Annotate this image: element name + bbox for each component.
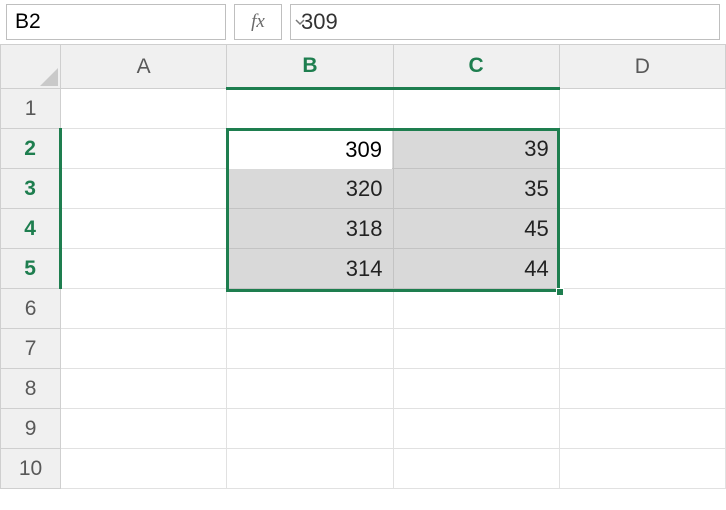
cell-A2[interactable] xyxy=(61,129,227,169)
cell-B2[interactable]: 309 xyxy=(227,129,393,169)
cell-B4[interactable]: 318 xyxy=(227,209,393,249)
formula-bar: fx xyxy=(0,0,726,44)
cell-C6[interactable] xyxy=(393,289,559,329)
cell-C3[interactable]: 35 xyxy=(393,169,559,209)
cell-C4[interactable]: 45 xyxy=(393,209,559,249)
cell-C10[interactable] xyxy=(393,449,559,489)
formula-input[interactable] xyxy=(299,8,711,36)
cell-D10[interactable] xyxy=(559,449,725,489)
cell-C5[interactable]: 44 xyxy=(393,249,559,289)
cell-A10[interactable] xyxy=(61,449,227,489)
cell-A4[interactable] xyxy=(61,209,227,249)
cell-A7[interactable] xyxy=(61,329,227,369)
cell-A8[interactable] xyxy=(61,369,227,409)
row-header-9[interactable]: 9 xyxy=(1,409,61,449)
cell-C8[interactable] xyxy=(393,369,559,409)
cell-A9[interactable] xyxy=(61,409,227,449)
row-header-7[interactable]: 7 xyxy=(1,329,61,369)
cell-A6[interactable] xyxy=(61,289,227,329)
cell-C1[interactable] xyxy=(393,89,559,129)
cell-B1[interactable] xyxy=(227,89,393,129)
name-box-dropdown-icon[interactable] xyxy=(294,5,306,39)
row-header-8[interactable]: 8 xyxy=(1,369,61,409)
cell-B6[interactable] xyxy=(227,289,393,329)
cell-C7[interactable] xyxy=(393,329,559,369)
cell-B9[interactable] xyxy=(227,409,393,449)
name-box-input[interactable] xyxy=(7,10,294,34)
row-header-5[interactable]: 5 xyxy=(1,249,61,289)
select-all-corner[interactable] xyxy=(1,45,61,89)
row-header-3[interactable]: 3 xyxy=(1,169,61,209)
cell-B5[interactable]: 314 xyxy=(227,249,393,289)
spreadsheet-grid[interactable]: A B C D 1 2 309 39 3 xyxy=(0,44,726,489)
cell-D9[interactable] xyxy=(559,409,725,449)
column-header-D[interactable]: D xyxy=(559,45,725,89)
cell-C9[interactable] xyxy=(393,409,559,449)
row-header-4[interactable]: 4 xyxy=(1,209,61,249)
column-header-B[interactable]: B xyxy=(227,45,393,89)
cell-B8[interactable] xyxy=(227,369,393,409)
name-box[interactable] xyxy=(6,4,226,40)
row-header-2[interactable]: 2 xyxy=(1,129,61,169)
cell-B7[interactable] xyxy=(227,329,393,369)
cell-A3[interactable] xyxy=(61,169,227,209)
cell-C2[interactable]: 39 xyxy=(393,129,559,169)
cell-D8[interactable] xyxy=(559,369,725,409)
cell-A1[interactable] xyxy=(61,89,227,129)
formula-input-container[interactable] xyxy=(290,4,720,40)
cell-D4[interactable] xyxy=(559,209,725,249)
cell-B3[interactable]: 320 xyxy=(227,169,393,209)
cell-B10[interactable] xyxy=(227,449,393,489)
column-header-A[interactable]: A xyxy=(61,45,227,89)
row-header-1[interactable]: 1 xyxy=(1,89,61,129)
cell-A5[interactable] xyxy=(61,249,227,289)
cell-D2[interactable] xyxy=(559,129,725,169)
cell-D5[interactable] xyxy=(559,249,725,289)
column-header-C[interactable]: C xyxy=(393,45,559,89)
cell-D7[interactable] xyxy=(559,329,725,369)
row-header-10[interactable]: 10 xyxy=(1,449,61,489)
cell-D3[interactable] xyxy=(559,169,725,209)
fill-handle[interactable] xyxy=(556,288,564,296)
row-header-6[interactable]: 6 xyxy=(1,289,61,329)
cell-D6[interactable] xyxy=(559,289,725,329)
cell-D1[interactable] xyxy=(559,89,725,129)
